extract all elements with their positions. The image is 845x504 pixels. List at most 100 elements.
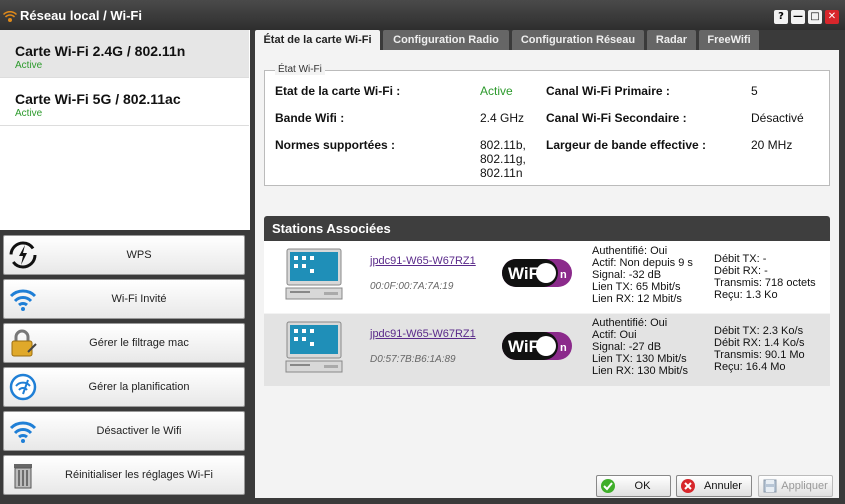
title-bar: Réseau local / Wi-Fi ? — □ ✕ — [0, 0, 845, 30]
settings-area: État de la carte Wi-Fi Configuration Rad… — [250, 30, 845, 504]
rate-tx-text: Débit TX: 2.3 Ko/s — [714, 325, 804, 337]
link-rx-text: Lien RX: 130 Mbit/s — [592, 365, 688, 377]
link-tx-text: Lien TX: 130 Mbit/s — [592, 353, 687, 365]
canal-secondaire-value: Désactivé — [751, 111, 804, 125]
station-hostname-link[interactable]: jpdc91-W65-W67RZ1 — [370, 328, 476, 340]
close-button[interactable]: ✕ — [825, 10, 839, 24]
wifi-logo-icon: WiFi n — [502, 332, 572, 360]
tab-config-reseau[interactable]: Configuration Réseau — [512, 30, 644, 50]
wifi-logo-text: WiFi — [508, 337, 544, 356]
cancel-icon — [681, 479, 695, 493]
action-label: Réinitialiser les réglages Wi-Fi — [65, 469, 213, 481]
card-status: Active — [15, 60, 43, 71]
schedule-icon — [9, 373, 37, 401]
minimize-button[interactable]: — — [791, 10, 805, 24]
sent-text: Transmis: 90.1 Mo — [714, 349, 805, 361]
wifi-logo-text: WiFi — [508, 264, 544, 283]
save-icon — [763, 479, 777, 493]
ok-button[interactable]: OK — [596, 475, 671, 497]
station-traffic-info: Débit TX: - Débit RX: - Transmis: 718 oc… — [714, 253, 816, 301]
card-name: Carte Wi-Fi 5G / 802.11ac — [15, 91, 181, 107]
normes-value-2: 802.11g, — [480, 152, 526, 166]
wifi-icon — [9, 289, 37, 311]
guest-wifi-button[interactable]: Wi-Fi Invité — [3, 279, 245, 319]
tab-radar[interactable]: Radar — [647, 30, 696, 50]
station-mac: D0:57:7B:B6:1A:89 — [370, 354, 456, 365]
sent-text: Transmis: 718 octets — [714, 277, 816, 289]
wifi-logo-badge: n — [560, 269, 567, 281]
ok-label: OK — [634, 480, 651, 492]
etat-label: Etat de la carte Wi-Fi : — [275, 84, 401, 98]
tab-panel: État Wi-Fi Etat de la carte Wi-Fi : Acti… — [255, 50, 839, 498]
signal-text: Signal: -27 dB — [592, 341, 662, 353]
etat-value: Active — [480, 84, 513, 98]
active-text: Actif: Oui — [592, 329, 637, 341]
normes-value-3: 802.11n — [480, 166, 523, 180]
card-item-2g[interactable]: Carte Wi-Fi 2.4G / 802.11n Active — [0, 30, 249, 78]
computer-icon — [285, 321, 343, 373]
action-label: WPS — [126, 249, 152, 261]
stations-header: Stations Associées — [264, 216, 830, 241]
rate-rx-text: Débit RX: - — [714, 265, 768, 277]
disable-wifi-button[interactable]: Désactiver le Wifi — [3, 411, 245, 451]
normes-value-1: 802.11b, — [480, 138, 526, 152]
trash-icon — [14, 464, 32, 489]
auth-text: Authentifié: Oui — [592, 317, 668, 329]
window-title: Réseau local / Wi-Fi — [20, 8, 142, 23]
rate-tx-text: Débit TX: - — [714, 253, 767, 265]
station-row: jpdc91-W65-W67RZ1 D0:57:7B:B6:1A:89 WiFi… — [264, 314, 830, 386]
active-text: Actif: Non depuis 9 s — [592, 257, 693, 269]
link-rx-text: Lien RX: 12 Mbit/s — [592, 293, 682, 305]
tab-etat[interactable]: État de la carte Wi-Fi — [255, 30, 380, 50]
bande-value: 2.4 GHz — [480, 111, 525, 125]
tab-freewifi[interactable]: FreeWifi — [699, 30, 759, 50]
normes-label: Normes supportées : — [275, 138, 396, 152]
reset-wifi-button[interactable]: Réinitialiser les réglages Wi-Fi — [3, 455, 245, 495]
card-item-5g[interactable]: Carte Wi-Fi 5G / 802.11ac Active — [0, 78, 249, 126]
action-label: Désactiver le Wifi — [96, 425, 182, 437]
station-row: jpdc91-W65-W67RZ1 00:0F:00:7A:7A:19 WiFi… — [264, 241, 830, 313]
received-text: Reçu: 1.3 Ko — [714, 289, 778, 301]
station-link-info: Authentifié: Oui Actif: Non depuis 9 s S… — [592, 245, 693, 305]
wifi-icon — [9, 421, 37, 443]
link-tx-text: Lien TX: 65 Mbit/s — [592, 281, 681, 293]
action-label: Wi-Fi Invité — [111, 293, 167, 305]
signal-text: Signal: -32 dB — [592, 269, 662, 281]
cancel-button[interactable]: Annuler — [676, 475, 752, 497]
schedule-button[interactable]: Gérer la planification — [3, 367, 245, 407]
station-mac: 00:0F:00:7A:7A:19 — [370, 281, 454, 292]
canal-secondaire-label: Canal Wi-Fi Secondaire : — [546, 111, 687, 125]
action-label: Gérer le filtrage mac — [89, 337, 189, 349]
auth-text: Authentifié: Oui — [592, 245, 668, 257]
help-button[interactable]: ? — [774, 10, 788, 24]
group-legend: État Wi-Fi — [275, 64, 325, 75]
station-link-info: Authentifié: Oui Actif: Oui Signal: -27 … — [592, 317, 688, 377]
canal-primaire-value: 5 — [751, 84, 758, 98]
largeur-value: 20 MHz — [751, 138, 793, 152]
wifi-status-group: État Wi-Fi Etat de la carte Wi-Fi : Acti… — [264, 64, 830, 186]
station-traffic-info: Débit TX: 2.3 Ko/s Débit RX: 1.4 Ko/s Tr… — [714, 325, 805, 373]
mac-filter-button[interactable]: Gérer le filtrage mac — [3, 323, 245, 363]
network-icon — [3, 10, 17, 22]
wps-icon — [9, 241, 37, 269]
actions-panel: WPS Wi-Fi Invité Gérer le filtrage mac G… — [0, 230, 250, 504]
cancel-label: Annuler — [704, 480, 742, 492]
card-status: Active — [15, 108, 43, 119]
maximize-button[interactable]: □ — [808, 10, 822, 24]
tab-config-radio[interactable]: Configuration Radio — [383, 30, 509, 50]
action-label: Gérer la planification — [88, 381, 190, 393]
lock-icon — [11, 329, 37, 357]
wifi-window: Réseau local / Wi-Fi ? — □ ✕ Carte Wi-Fi… — [0, 0, 845, 504]
received-text: Reçu: 16.4 Mo — [714, 361, 786, 373]
wifi-logo-icon: WiFi n — [502, 259, 572, 287]
computer-icon — [285, 248, 343, 300]
station-hostname-link[interactable]: jpdc91-W65-W67RZ1 — [370, 255, 476, 267]
largeur-label: Largeur de bande effective : — [546, 138, 707, 152]
wps-button[interactable]: WPS — [3, 235, 245, 275]
apply-button[interactable]: Appliquer — [758, 475, 833, 497]
card-name: Carte Wi-Fi 2.4G / 802.11n — [15, 43, 186, 59]
canal-primaire-label: Canal Wi-Fi Primaire : — [546, 84, 670, 98]
apply-label: Appliquer — [781, 480, 828, 492]
bande-label: Bande Wifi : — [275, 111, 345, 125]
rate-rx-text: Débit RX: 1.4 Ko/s — [714, 337, 805, 349]
